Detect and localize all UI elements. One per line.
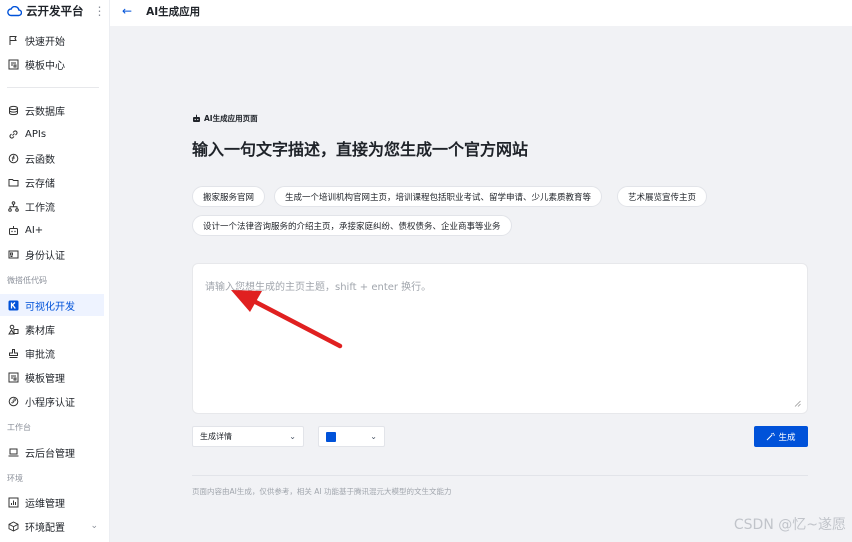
disclaimer: 页面内容由AI生成，仅供参考，相关 AI 功能基于腾讯混元大模型的文生文能力 (192, 487, 452, 496)
page-title: AI生成应用 (146, 5, 201, 18)
link-icon (7, 128, 19, 140)
magic-wand-icon (766, 432, 776, 441)
suggestion-chip[interactable]: 设计一个法律咨询服务的介绍主页，承接家庭纠纷、债权债务、企业商事等业务 (192, 215, 512, 236)
sidebar-item-label: AI+ (25, 224, 44, 236)
cloud-logo-icon (6, 5, 22, 17)
headline: 输入一句文字描述，直接为您生成一个官方网站 (192, 140, 529, 159)
detail-select-value: 生成详情 (200, 432, 232, 441)
miniprogram-icon (7, 395, 19, 407)
sidebar-item-apis[interactable]: APIs (0, 123, 104, 145)
prompt-input[interactable] (193, 264, 807, 413)
sidebar-item-auth[interactable]: 身份认证 (0, 243, 104, 265)
sidebar-item-label: 工作流 (25, 202, 55, 214)
sidebar-item-label: 快速开始 (25, 36, 65, 48)
robot-icon (192, 114, 201, 123)
template-icon (7, 371, 19, 383)
sidebar-item-label: 运维管理 (25, 498, 65, 510)
template-icon (7, 58, 19, 70)
sidebar-item-label: 云数据库 (25, 106, 65, 118)
sidebar: 云开发平台 ⋮ 快速开始 模板中心 云数据库 APIs 云函数 云存储 工作流 … (0, 0, 110, 542)
sidebar-item-label: 素材库 (25, 325, 55, 337)
sidebar-item-label: 环境配置 (25, 522, 65, 534)
stamp-icon (7, 347, 19, 359)
more-vertical-icon[interactable]: ⋮ (94, 5, 106, 17)
sidebar-item-storage[interactable]: 云存储 (0, 171, 104, 193)
detail-select[interactable]: 生成详情 ⌄ (192, 426, 304, 447)
eyebrow-label: AI生成应用页面 (204, 114, 258, 123)
sidebar-item-env-config[interactable]: 环境配置 ⌄ (0, 515, 104, 537)
sidebar-item-label: 审批流 (25, 349, 55, 361)
chevron-down-icon: ⌄ (289, 432, 296, 441)
sidebar-item-workflow[interactable]: 工作流 (0, 195, 104, 217)
eyebrow: AI生成应用页面 (192, 113, 258, 124)
sidebar-item-template-manage[interactable]: 模板管理 (0, 366, 104, 388)
section-label-env: 环境 (7, 474, 23, 483)
suggestion-chip[interactable]: 生成一个培训机构官网主页，培训课程包括职业考试、留学申请、少儿素质教育等 (274, 186, 603, 207)
color-swatch (326, 431, 336, 442)
chevron-down-icon: ⌄ (90, 521, 98, 531)
suggestion-chip[interactable]: 艺术展览宣传主页 (617, 186, 708, 207)
folder-icon (7, 176, 19, 188)
id-card-icon (7, 248, 19, 260)
prompt-box (192, 263, 808, 414)
suggestion-chip[interactable]: 搬家服务官网 (192, 186, 266, 207)
sidebar-divider (7, 87, 99, 88)
color-select[interactable]: ⌄ (318, 426, 385, 447)
brand: 云开发平台 ⋮ (0, 0, 109, 22)
app-name: 云开发平台 (26, 4, 84, 18)
chevron-down-icon: ⌄ (370, 432, 377, 441)
sidebar-item-label: 身份认证 (25, 250, 65, 262)
chart-icon (7, 496, 19, 508)
flag-icon (7, 34, 19, 46)
sidebar-item-visual-dev[interactable]: 可视化开发 (0, 294, 104, 316)
divider (192, 475, 808, 476)
resize-grip-icon[interactable] (794, 400, 801, 407)
workflow-icon (7, 200, 19, 212)
sidebar-item-template-center[interactable]: 模板中心 (0, 53, 104, 75)
section-label-workbench: 工作台 (7, 423, 31, 432)
sidebar-item-label: 云后台管理 (25, 448, 75, 460)
arrow-left-icon[interactable]: ← (122, 4, 132, 18)
sidebar-item-admin[interactable]: 云后台管理 (0, 441, 104, 463)
database-icon (7, 104, 19, 116)
sidebar-item-label: 云函数 (25, 154, 55, 166)
sidebar-item-label: 模板管理 (25, 373, 65, 385)
cube-icon (7, 520, 19, 532)
sidebar-item-assets[interactable]: 素材库 (0, 318, 104, 340)
sidebar-item-label: APIs (25, 128, 47, 140)
assets-icon (7, 323, 19, 335)
laptop-icon (7, 446, 19, 458)
generate-button-label: 生成 (778, 431, 796, 442)
sidebar-item-ops[interactable]: 运维管理 (0, 491, 104, 513)
sidebar-item-database[interactable]: 云数据库 (0, 99, 104, 121)
sidebar-item-label: 模板中心 (25, 60, 65, 72)
function-icon (7, 152, 19, 164)
generate-button[interactable]: 生成 (754, 426, 808, 447)
sidebar-item-functions[interactable]: 云函数 (0, 147, 104, 169)
sidebar-item-label: 云存储 (25, 178, 55, 190)
sidebar-item-quickstart[interactable]: 快速开始 (0, 29, 104, 51)
section-label-lowcode: 微搭低代码 (7, 276, 47, 285)
main-content: AI生成应用页面 输入一句文字描述，直接为您生成一个官方网站 搬家服务官网 生成… (110, 26, 852, 542)
sidebar-item-label: 可视化开发 (25, 301, 75, 313)
sidebar-item-label: 小程序认证 (25, 397, 75, 409)
sidebar-item-miniprogram-auth[interactable]: 小程序认证 (0, 390, 104, 412)
k-logo-icon (7, 299, 19, 311)
sidebar-item-approval[interactable]: 审批流 (0, 342, 104, 364)
topbar: ← AI生成应用 (110, 0, 852, 22)
robot-icon (7, 224, 19, 236)
watermark: CSDN @忆~遂愿 (733, 517, 846, 533)
sidebar-item-ai-plus[interactable]: AI+ (0, 219, 104, 241)
